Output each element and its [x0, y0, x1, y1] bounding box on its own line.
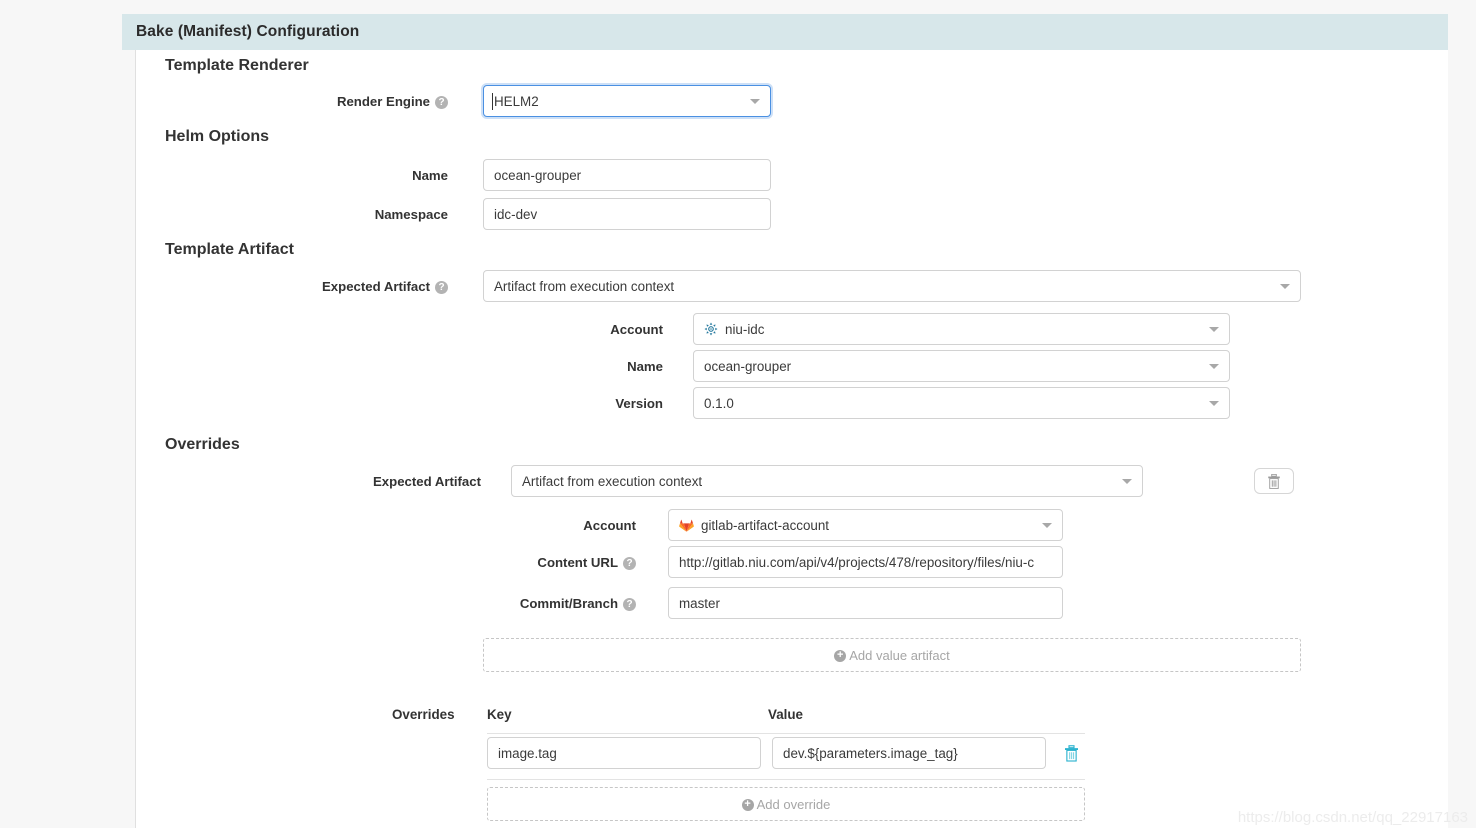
chevron-down-icon — [1209, 401, 1219, 406]
label-render-engine-text: Render Engine — [336, 93, 430, 109]
label-commit-branch-text: Commit/Branch — [519, 595, 618, 611]
row-helm-name: Name ocean-grouper — [136, 159, 771, 191]
row-render-engine: Render Engine ? HELM2 — [136, 85, 771, 117]
row-template-expected-artifact: Expected Artifact ? Artifact from execut… — [136, 270, 1301, 302]
chevron-down-icon — [1209, 364, 1219, 369]
text-cursor — [492, 93, 493, 110]
override-key-input[interactable]: image.tag — [487, 737, 761, 769]
add-value-artifact-button[interactable]: + Add value artifact — [483, 638, 1301, 672]
watermark: https://blog.csdn.net/qq_22917163 — [1237, 809, 1468, 826]
panel-header: Bake (Manifest) Configuration — [122, 14, 1448, 50]
add-override-label: Add override — [756, 796, 831, 812]
template-account-select[interactable]: niu-idc — [693, 313, 1230, 345]
table-row: image.tag dev.${parameters.image_tag} — [487, 737, 1079, 769]
chevron-down-icon — [1280, 284, 1290, 289]
help-icon[interactable]: ? — [435, 280, 448, 294]
trash-icon[interactable] — [1064, 744, 1079, 762]
trash-icon — [1268, 473, 1280, 489]
template-expected-artifact-select[interactable]: Artifact from execution context — [483, 270, 1301, 302]
helm-name-input[interactable]: ocean-grouper — [483, 159, 771, 191]
column-header-value: Value — [768, 707, 803, 722]
template-artifact-name-select[interactable]: ocean-grouper — [693, 350, 1230, 382]
template-artifact-version-value: 0.1.0 — [704, 395, 734, 411]
overrides-expected-artifact-value: Artifact from execution context — [522, 473, 703, 489]
table-divider-top — [487, 733, 1085, 734]
row-content-url: Content URL ? http://gitlab.niu.com/api/… — [136, 546, 1063, 578]
overrides-account-select[interactable]: gitlab-artifact-account — [668, 509, 1063, 541]
plus-circle-icon: + — [834, 650, 847, 662]
gitlab-icon — [679, 518, 694, 532]
plus-circle-icon: + — [741, 799, 754, 811]
label-template-artifact-name: Name — [627, 358, 663, 374]
row-overrides-expected-artifact: Expected Artifact Artifact from executio… — [136, 465, 1294, 497]
help-icon[interactable]: ? — [623, 597, 636, 611]
override-value-input[interactable]: dev.${parameters.image_tag} — [772, 737, 1046, 769]
chevron-down-icon — [1209, 327, 1219, 332]
page-title: Bake (Manifest) Configuration — [136, 23, 360, 40]
override-value-value: dev.${parameters.image_tag} — [783, 745, 958, 761]
commit-branch-input[interactable]: master — [668, 587, 1063, 619]
label-template-account: Account — [610, 321, 663, 337]
panel-body: Template Renderer Render Engine ? HELM2 … — [136, 50, 1448, 828]
label-template-expected-artifact-text: Expected Artifact — [322, 278, 430, 294]
label-helm-namespace: Namespace — [374, 206, 448, 222]
bake-manifest-stage-config: Bake (Manifest) Configuration Template R… — [0, 0, 1476, 828]
row-commit-branch: Commit/Branch ? master — [136, 587, 1063, 619]
chevron-down-icon — [750, 99, 760, 104]
label-content-url-text: Content URL — [537, 554, 618, 570]
label-helm-name: Name — [412, 167, 448, 183]
template-account-value: niu-idc — [725, 321, 765, 337]
section-title-helm-options: Helm Options — [165, 128, 270, 145]
label-overrides-account: Account — [583, 517, 636, 533]
section-title-overrides: Overrides — [165, 436, 240, 453]
row-template-account: Account niu-idc — [136, 313, 1230, 345]
row-template-artifact-name: Name ocean-grouper — [136, 350, 1230, 382]
table-divider-bottom — [487, 779, 1085, 780]
add-override-button[interactable]: + Add override — [487, 787, 1085, 821]
commit-branch-value: master — [679, 595, 720, 611]
delete-artifact-button[interactable] — [1254, 468, 1294, 494]
helm-name-value: ocean-grouper — [494, 167, 582, 183]
label-template-expected-artifact: Expected Artifact ? — [136, 279, 448, 294]
row-overrides-account: Account gitlab-artifact-account — [136, 509, 1063, 541]
row-helm-namespace: Namespace idc-dev — [136, 198, 771, 230]
label-template-artifact-version: Version — [615, 395, 663, 411]
template-expected-artifact-value: Artifact from execution context — [494, 278, 675, 294]
label-render-engine: Render Engine ? — [136, 94, 448, 109]
column-header-key: Key — [487, 707, 512, 722]
section-title-template-renderer: Template Renderer — [165, 57, 309, 74]
template-artifact-name-value: ocean-grouper — [704, 358, 792, 374]
helm-namespace-value: idc-dev — [494, 206, 538, 222]
helm-namespace-input[interactable]: idc-dev — [483, 198, 771, 230]
add-value-artifact-label: Add value artifact — [849, 647, 950, 663]
label-overrides-table: Overrides — [392, 707, 455, 722]
label-commit-branch: Commit/Branch ? — [136, 596, 636, 611]
overrides-expected-artifact-select[interactable]: Artifact from execution context — [511, 465, 1143, 497]
render-engine-select[interactable]: HELM2 — [483, 85, 771, 117]
template-artifact-version-select[interactable]: 0.1.0 — [693, 387, 1230, 419]
overrides-account-value: gitlab-artifact-account — [701, 517, 830, 533]
chevron-down-icon — [1042, 523, 1052, 528]
override-key-value: image.tag — [498, 745, 557, 761]
helm-icon — [704, 322, 718, 336]
row-template-artifact-version: Version 0.1.0 — [136, 387, 1230, 419]
content-url-input[interactable]: http://gitlab.niu.com/api/v4/projects/47… — [668, 546, 1063, 578]
section-title-template-artifact: Template Artifact — [165, 241, 294, 258]
help-icon[interactable]: ? — [435, 95, 448, 109]
chevron-down-icon — [1122, 479, 1132, 484]
render-engine-value: HELM2 — [494, 93, 539, 109]
label-overrides-expected-artifact: Expected Artifact — [373, 473, 481, 489]
help-icon[interactable]: ? — [623, 556, 636, 570]
content-url-value: http://gitlab.niu.com/api/v4/projects/47… — [679, 554, 1035, 570]
label-content-url: Content URL ? — [136, 555, 636, 570]
